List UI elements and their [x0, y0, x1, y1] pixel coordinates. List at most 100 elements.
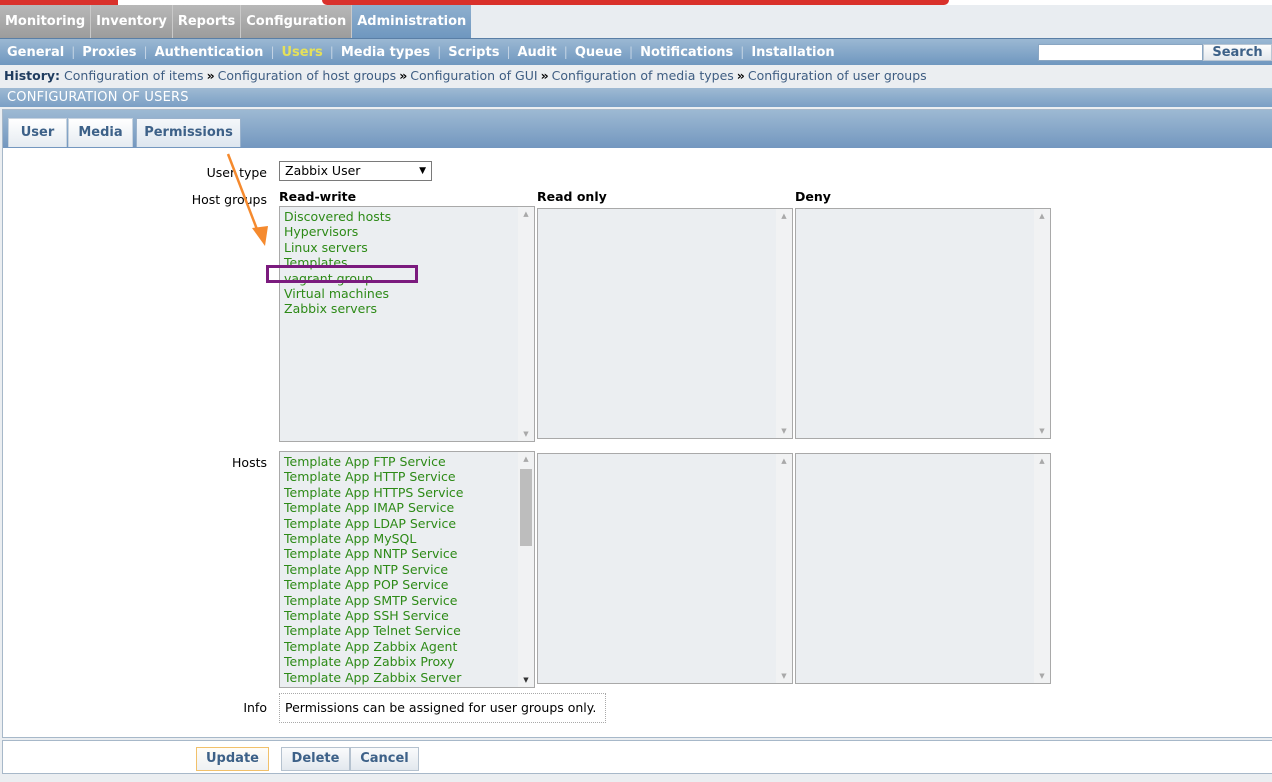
sub-menu-authentication[interactable]: Authentication — [148, 45, 271, 60]
history-label: History: — [4, 68, 61, 83]
update-button[interactable]: Update — [196, 747, 269, 771]
list-item[interactable]: Hypervisors — [284, 224, 391, 239]
sub-menu-users[interactable]: Users — [275, 45, 330, 60]
list-item[interactable]: Linux servers — [284, 240, 391, 255]
scroll-up-icon[interactable]: ▲ — [518, 455, 534, 463]
list-item[interactable]: Template App HTTPS Service — [284, 485, 464, 500]
sub-menu-scripts[interactable]: Scripts — [441, 45, 506, 60]
history-link[interactable]: Configuration of user groups — [748, 68, 927, 83]
scroll-down-icon[interactable]: ▼ — [518, 676, 534, 684]
main-menu-configuration[interactable]: Configuration — [241, 5, 353, 38]
scrollbar[interactable]: ▲ ▼ — [776, 454, 792, 683]
list-item[interactable]: Template App IMAP Service — [284, 500, 464, 515]
delete-button[interactable]: Delete — [281, 747, 350, 771]
list-item[interactable]: Template App FTP Service — [284, 454, 464, 469]
host-groups-label: Host groups — [191, 192, 267, 207]
history-link[interactable]: Configuration of GUI — [410, 68, 537, 83]
sub-menu-proxies[interactable]: Proxies — [75, 45, 143, 60]
scrollbar[interactable]: ▲ ▼ — [776, 209, 792, 438]
list-items: Template App FTP Service Template App HTT… — [284, 454, 464, 685]
read-write-header: Read-write — [279, 189, 357, 204]
dropdown-arrow-icon: ▼ — [419, 166, 426, 176]
user-type-label: User type — [206, 165, 267, 180]
search-input[interactable] — [1038, 44, 1203, 61]
sub-menu: General | Proxies | Authentication | Users |… — [0, 38, 1272, 65]
list-item[interactable]: Template App NTP Service — [284, 562, 464, 577]
scrollbar[interactable]: ▲ ▼ — [518, 452, 534, 687]
list-item[interactable]: Templates — [284, 255, 391, 270]
scroll-up-icon[interactable]: ▲ — [776, 457, 792, 465]
scroll-up-icon[interactable]: ▲ — [1034, 457, 1050, 465]
scroll-up-icon[interactable]: ▲ — [1034, 212, 1050, 220]
history-breadcrumb: History: Configuration of items» Configur… — [0, 66, 1272, 88]
scroll-down-icon[interactable]: ▼ — [1034, 672, 1050, 680]
list-item[interactable]: Template App Zabbix Proxy — [284, 654, 464, 669]
permissions-panel: User Media Permissions User type Zabbix … — [2, 109, 1272, 738]
main-menu-monitoring[interactable]: Monitoring — [0, 5, 92, 38]
list-item[interactable]: Template App Zabbix Agent — [284, 639, 464, 654]
read-only-header: Read only — [537, 189, 607, 204]
scroll-down-icon[interactable]: ▼ — [518, 430, 534, 438]
hosts-deny-list[interactable]: ▲ ▼ — [795, 453, 1051, 684]
scrollbar-thumb[interactable] — [520, 469, 532, 546]
host-groups-read-write-list[interactable]: Discovered hosts Hypervisors Linux servers… — [279, 206, 535, 442]
breadcrumb-separator: » — [540, 68, 549, 83]
tab-permissions[interactable]: Permissions — [136, 118, 241, 147]
deny-header: Deny — [795, 189, 831, 204]
scroll-down-icon[interactable]: ▼ — [776, 427, 792, 435]
list-item[interactable]: Zabbix servers — [284, 301, 391, 316]
scroll-down-icon[interactable]: ▼ — [1034, 427, 1050, 435]
scroll-up-icon[interactable]: ▲ — [518, 210, 534, 218]
breadcrumb-separator: » — [399, 68, 408, 83]
tab-user[interactable]: User — [8, 118, 67, 147]
scrollbar[interactable]: ▲ ▼ — [1034, 209, 1050, 438]
list-item[interactable]: Template App HTTP Service — [284, 469, 464, 484]
list-item[interactable]: Template App SMTP Service — [284, 593, 464, 608]
page-title: CONFIGURATION OF USERS — [0, 88, 1272, 107]
list-item[interactable]: Template App SSH Service — [284, 608, 464, 623]
main-menu-administration[interactable]: Administration — [352, 5, 472, 38]
main-menu: Monitoring Inventory Reports Configurati… — [0, 5, 472, 38]
main-menu-reports[interactable]: Reports — [172, 5, 242, 38]
form-footer: Update Delete Cancel — [2, 740, 1272, 774]
hosts-read-only-list[interactable]: ▲ ▼ — [537, 453, 793, 684]
list-item[interactable]: Template App MySQL — [284, 531, 464, 546]
host-groups-deny-list[interactable]: ▲ ▼ — [795, 208, 1051, 439]
sub-menu-general[interactable]: General — [0, 45, 71, 60]
sub-menu-notifications[interactable]: Notifications — [633, 45, 740, 60]
sub-menu-media-types[interactable]: Media types — [334, 45, 437, 60]
tab-media[interactable]: Media — [68, 118, 133, 147]
list-item[interactable]: Template App POP Service — [284, 577, 464, 592]
scrollbar[interactable]: ▲ ▼ — [518, 207, 534, 441]
scroll-down-icon[interactable]: ▼ — [776, 672, 792, 680]
history-link[interactable]: Configuration of media types — [552, 68, 734, 83]
main-menu-background — [432, 5, 1272, 38]
breadcrumb-separator: » — [736, 68, 745, 83]
history-link[interactable]: Configuration of host groups — [218, 68, 397, 83]
sub-menu-audit[interactable]: Audit — [510, 45, 563, 60]
history-link[interactable]: Configuration of items — [64, 68, 204, 83]
cancel-button[interactable]: Cancel — [350, 747, 419, 771]
search-button[interactable]: Search — [1203, 44, 1272, 61]
scroll-up-icon[interactable]: ▲ — [776, 212, 792, 220]
list-item[interactable]: Virtual machines — [284, 286, 391, 301]
info-label: Info — [243, 700, 267, 715]
list-items: Discovered hosts Hypervisors Linux servers… — [284, 209, 391, 317]
list-item[interactable]: vagrant group — [284, 271, 391, 286]
sub-menu-queue[interactable]: Queue — [568, 45, 629, 60]
user-type-value: Zabbix User — [285, 163, 361, 178]
tab-bar: User Media Permissions — [3, 110, 1272, 148]
host-groups-read-only-list[interactable]: ▲ ▼ — [537, 208, 793, 439]
list-item[interactable]: Discovered hosts — [284, 209, 391, 224]
hosts-label: Hosts — [232, 455, 267, 470]
breadcrumb-separator: » — [206, 68, 215, 83]
scrollbar[interactable]: ▲ ▼ — [1034, 454, 1050, 683]
list-item[interactable]: Template App LDAP Service — [284, 516, 464, 531]
user-type-select[interactable]: Zabbix User ▼ — [279, 161, 432, 181]
list-item[interactable]: Template App Zabbix Server — [284, 670, 464, 685]
list-item[interactable]: Template App Telnet Service — [284, 623, 464, 638]
list-item[interactable]: Template App NNTP Service — [284, 546, 464, 561]
hosts-read-write-list[interactable]: Template App FTP Service Template App HTT… — [279, 451, 535, 688]
main-menu-inventory[interactable]: Inventory — [91, 5, 173, 38]
sub-menu-installation[interactable]: Installation — [744, 45, 841, 60]
